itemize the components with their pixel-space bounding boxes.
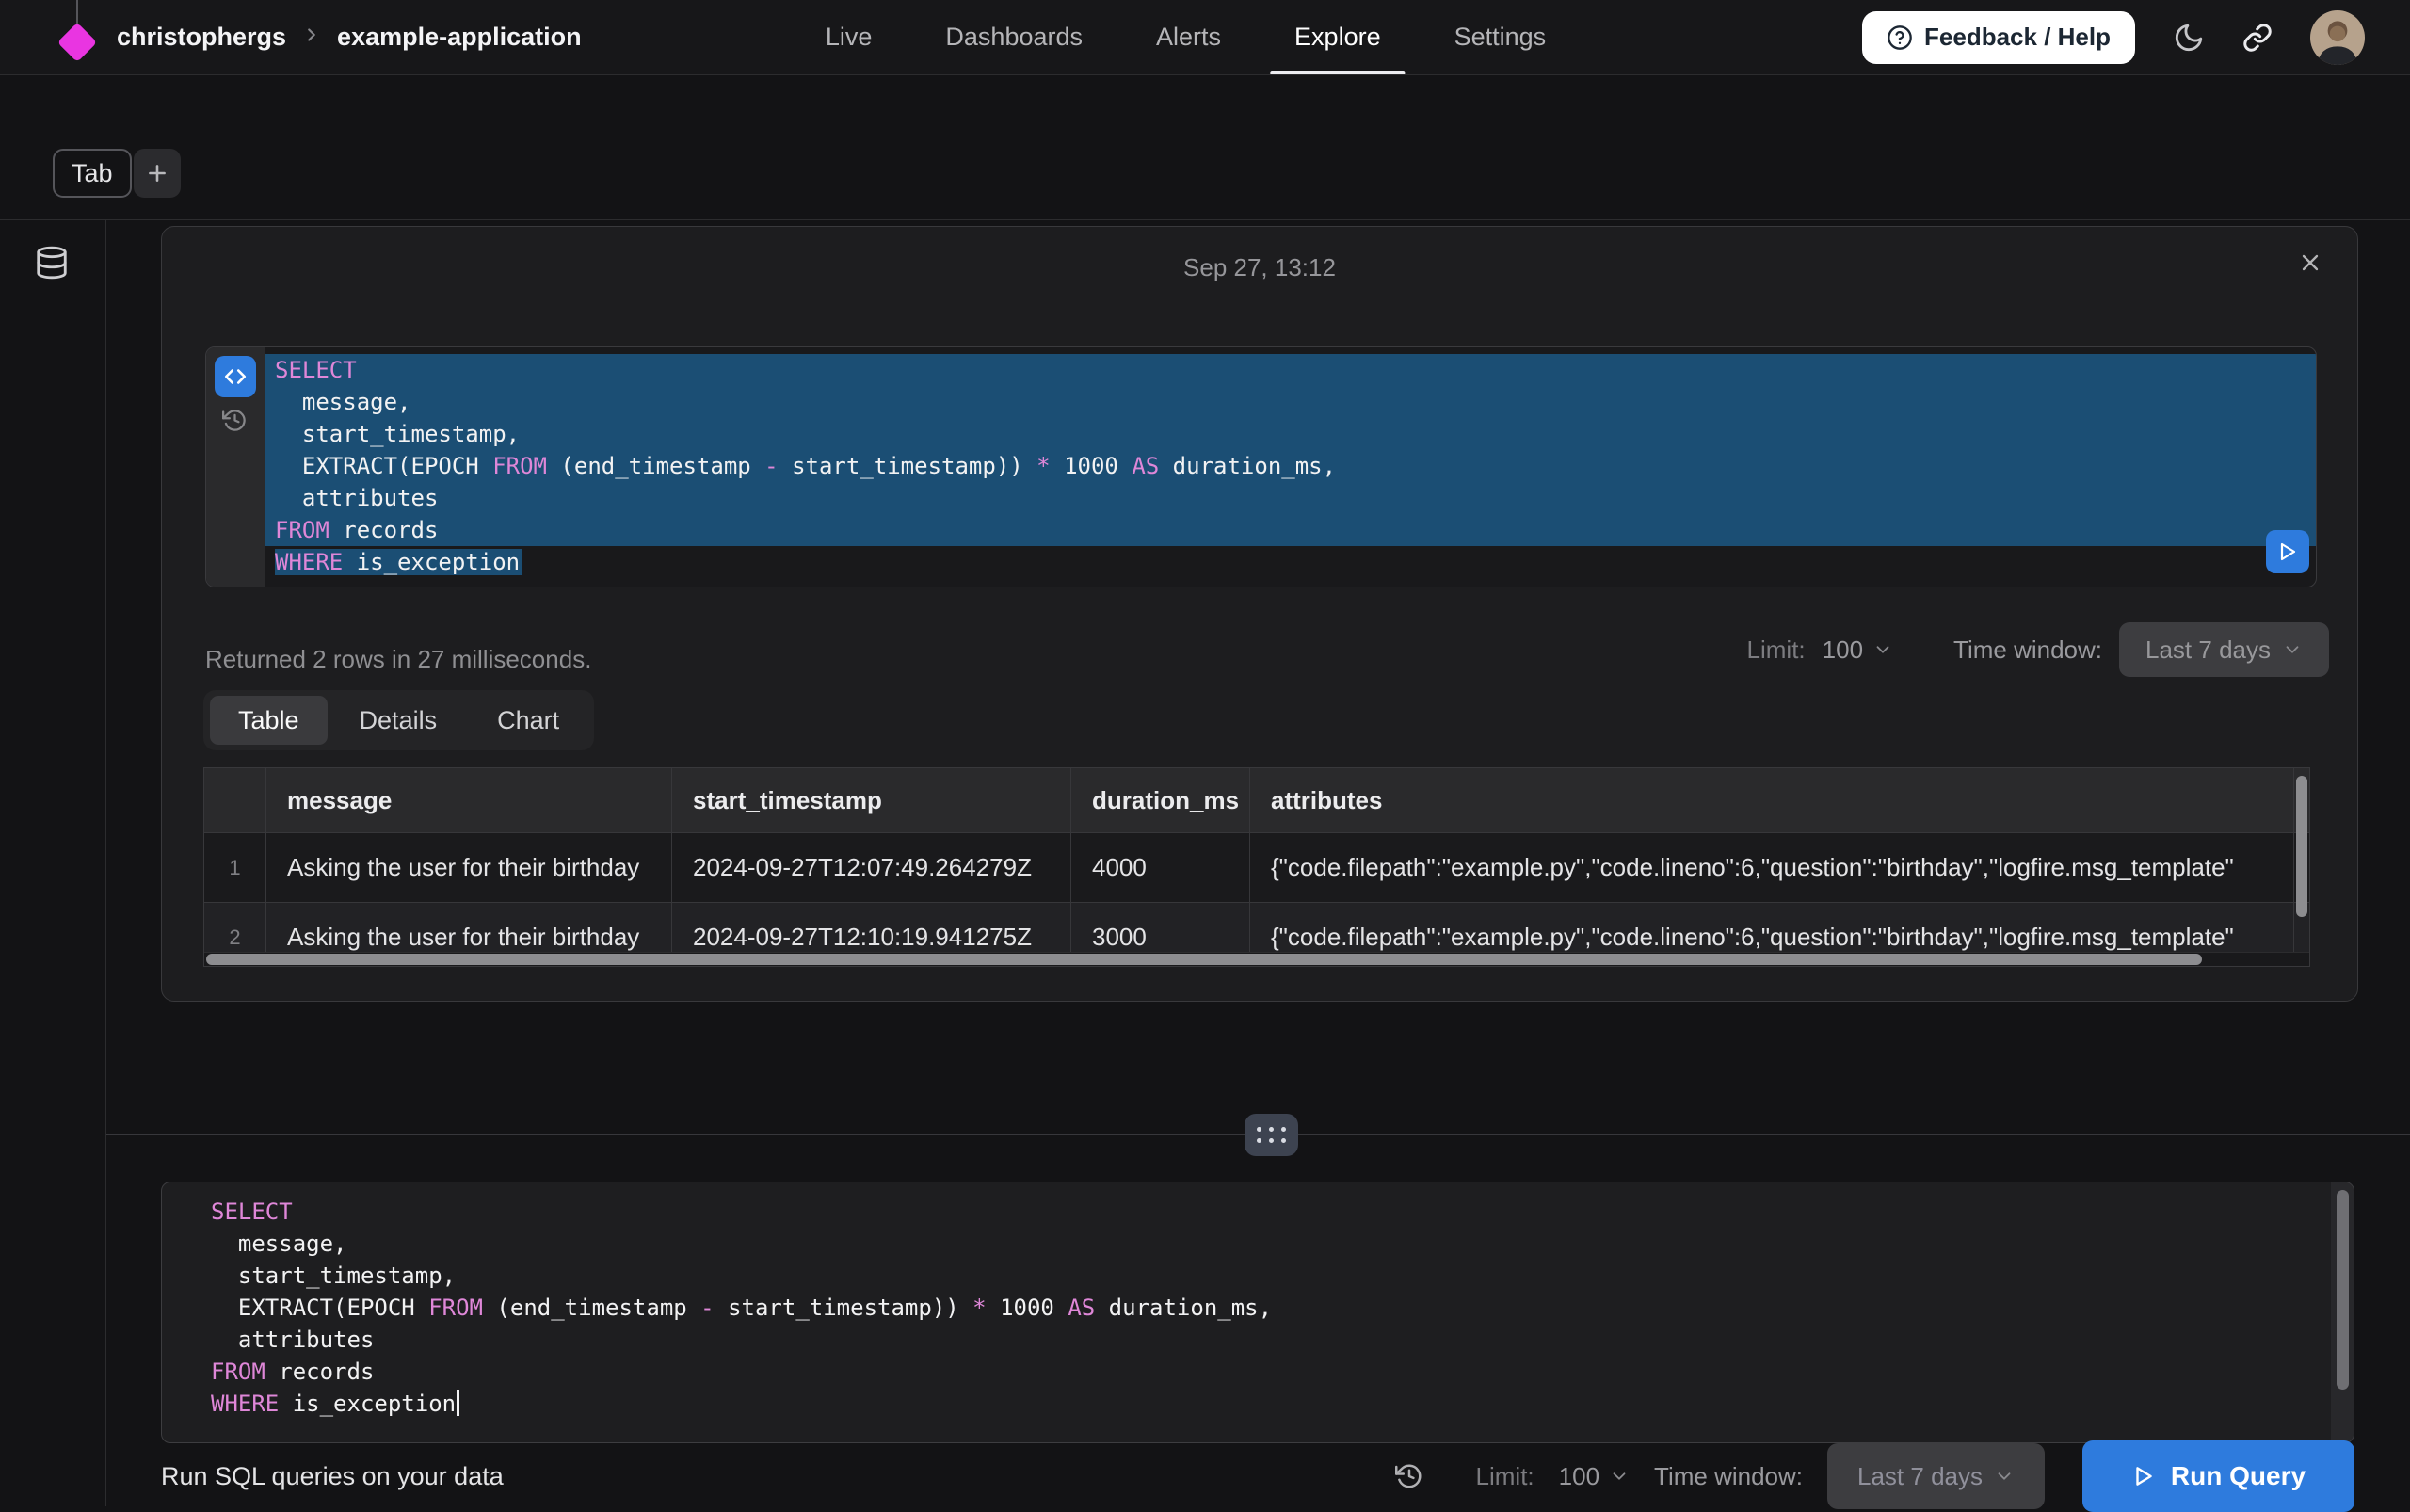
table-row[interactable]: 2Asking the user for their birthday2024-… <box>204 902 2309 952</box>
time-window-label: Time window: <box>1654 1462 1803 1491</box>
schema-browser-button[interactable] <box>34 245 70 281</box>
header-divider <box>0 219 2410 220</box>
time-window-value: Last 7 days <box>2145 635 2271 665</box>
limit-value: 100 <box>1823 635 1863 665</box>
table-vertical-scrollbar[interactable] <box>2296 776 2307 917</box>
user-avatar[interactable] <box>2310 10 2365 65</box>
link-icon <box>2242 23 2273 53</box>
column-header-start_timestamp: start_timestamp <box>672 768 1071 832</box>
column-header-row-number <box>204 768 266 832</box>
code-icon <box>223 364 248 389</box>
feedback-help-button[interactable]: Feedback / Help <box>1862 11 2135 64</box>
executed-sql-block[interactable]: SELECT message, start_timestamp, EXTRACT… <box>205 346 2317 587</box>
sql-editor-code[interactable]: SELECT message, start_timestamp, EXTRACT… <box>162 1182 2354 1420</box>
limit-label: Limit: <box>1476 1462 1534 1491</box>
limit-dropdown[interactable]: 100 <box>1559 1462 1630 1491</box>
table-row[interactable]: 1Asking the user for their birthday2024-… <box>204 832 2309 902</box>
editor-scrollbar-track <box>2331 1182 2354 1442</box>
chevron-down-icon <box>2282 639 2303 660</box>
text-cursor <box>457 1390 459 1416</box>
breadcrumb-chevron-icon <box>301 23 322 52</box>
nav-link-explore[interactable]: Explore <box>1294 0 1381 74</box>
play-icon <box>2131 1464 2156 1488</box>
share-link-button[interactable] <box>2242 23 2273 53</box>
query-history-button[interactable] <box>222 408 248 433</box>
close-result-button[interactable] <box>2297 249 2323 276</box>
table-horizontal-scrollbar[interactable] <box>206 954 2202 965</box>
logo-diamond-icon <box>57 22 97 61</box>
time-window-dropdown[interactable]: Last 7 days <box>1827 1443 2045 1509</box>
breadcrumb-org[interactable]: christophergs <box>117 23 286 52</box>
run-query-button[interactable]: Run Query <box>2082 1440 2354 1512</box>
feedback-help-label: Feedback / Help <box>1924 23 2111 52</box>
results-table: messagestart_timestampduration_msattribu… <box>203 767 2310 967</box>
view-tab-chart[interactable]: Chart <box>469 696 587 745</box>
database-icon <box>34 245 70 281</box>
limit-label: Limit: <box>1747 635 1806 665</box>
logo[interactable] <box>62 17 92 58</box>
play-icon <box>2276 540 2299 563</box>
time-window-value: Last 7 days <box>1857 1462 1983 1491</box>
top-nav: christophergs example-application Live Da… <box>0 0 2410 75</box>
breadcrumb: christophergs example-application <box>117 23 582 52</box>
limit-value: 100 <box>1559 1462 1599 1491</box>
cell-attributes: {"code.filepath":"example.py","code.line… <box>1250 903 2294 952</box>
copy-sql-to-editor-button[interactable] <box>215 356 256 397</box>
cell-duration-ms: 4000 <box>1071 833 1250 902</box>
breadcrumb-project[interactable]: example-application <box>337 23 582 52</box>
cell-message: Asking the user for their birthday <box>266 833 672 902</box>
time-window-dropdown[interactable]: Last 7 days <box>2119 622 2329 677</box>
sql-editor[interactable]: SELECT message, start_timestamp, EXTRACT… <box>161 1182 2354 1443</box>
view-tab-table[interactable]: Table <box>210 696 328 745</box>
editor-scrollbar[interactable] <box>2337 1190 2349 1390</box>
result-controls: Limit: 100 Time window: Last 7 days <box>1747 622 2329 677</box>
query-timestamp: Sep 27, 13:12 <box>162 253 2357 282</box>
table-header-row: messagestart_timestampduration_msattribu… <box>204 768 2309 832</box>
pane-resize-handle[interactable] <box>1245 1114 1298 1156</box>
sql-block-gutter <box>206 347 265 587</box>
row-number: 1 <box>204 833 266 902</box>
view-tabs: TableDetailsChart <box>203 690 594 750</box>
row-number: 2 <box>204 903 266 952</box>
drag-dots-icon <box>1257 1127 1286 1143</box>
chevron-down-icon <box>1609 1466 1630 1487</box>
time-window-label: Time window: <box>1953 635 2102 665</box>
close-icon <box>2297 249 2323 276</box>
chevron-down-icon <box>1994 1466 2015 1487</box>
nav-link-live[interactable]: Live <box>826 0 873 74</box>
cell-start-timestamp: 2024-09-27T12:10:19.941275Z <box>672 903 1071 952</box>
cell-message: Asking the user for their birthday <box>266 903 672 952</box>
rerun-query-button[interactable] <box>2266 530 2309 573</box>
query-tab[interactable]: Tab <box>53 149 132 198</box>
run-query-label: Run Query <box>2171 1461 2306 1491</box>
column-header-message: message <box>266 768 672 832</box>
history-icon <box>222 408 248 433</box>
nav-link-alerts[interactable]: Alerts <box>1156 0 1221 74</box>
chevron-down-icon <box>1872 639 1893 660</box>
nav-links: Live Dashboards Alerts Explore Settings <box>826 0 1546 74</box>
bottom-bar: Run SQL queries on your data Limit: 100 … <box>161 1442 2354 1510</box>
query-history-button[interactable] <box>1395 1462 1423 1490</box>
cell-start-timestamp: 2024-09-27T12:07:49.264279Z <box>672 833 1071 902</box>
cell-attributes: {"code.filepath":"example.py","code.line… <box>1250 833 2294 902</box>
column-header-duration_ms: duration_ms <box>1071 768 1250 832</box>
history-icon <box>1395 1462 1423 1490</box>
left-rail <box>0 220 106 1506</box>
nav-link-dashboards[interactable]: Dashboards <box>945 0 1083 74</box>
view-tab-details[interactable]: Details <box>331 696 466 745</box>
help-circle-icon <box>1887 24 1913 51</box>
editor-hint: Run SQL queries on your data <box>161 1462 504 1491</box>
query-result-card: Sep 27, 13:12 SELECT message, start_time… <box>161 226 2358 1002</box>
executed-sql-code[interactable]: SELECT message, start_timestamp, EXTRACT… <box>265 347 2316 587</box>
theme-toggle-button[interactable] <box>2173 22 2205 54</box>
table-horizontal-scrollbar-track <box>204 952 2309 966</box>
nav-link-settings[interactable]: Settings <box>1454 0 1547 74</box>
cell-duration-ms: 3000 <box>1071 903 1250 952</box>
result-summary: Returned 2 rows in 27 milliseconds. <box>205 645 591 674</box>
column-header-attributes: attributes <box>1250 768 2294 832</box>
add-tab-button[interactable] <box>134 149 181 198</box>
limit-dropdown[interactable]: 100 <box>1823 635 1893 665</box>
plus-icon <box>145 161 169 185</box>
moon-icon <box>2173 22 2205 54</box>
